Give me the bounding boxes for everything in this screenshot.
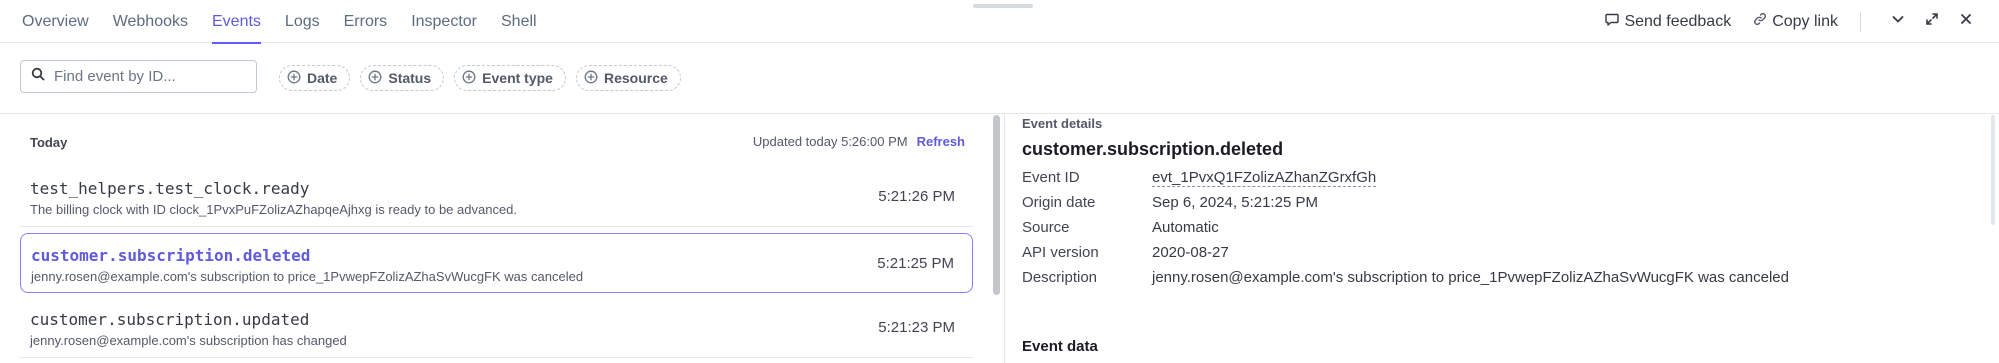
expand-button[interactable] xyxy=(1921,11,1943,33)
top-bar: Overview Webhooks Events Logs Errors Ins… xyxy=(0,0,1999,44)
expand-icon xyxy=(1925,12,1939,31)
updated-text: Updated today 5:26:00 PM xyxy=(752,134,908,149)
detail-value: 2020-08-27 xyxy=(1152,244,1229,261)
event-list-panel: Today Updated today 5:26:00 PM Refresh t… xyxy=(0,115,1000,363)
filter-bar: Date Status Event type Resource xyxy=(0,43,1999,114)
link-icon xyxy=(1753,12,1772,31)
event-time: 5:21:26 PM xyxy=(878,188,955,205)
event-time: 5:21:25 PM xyxy=(877,255,954,272)
tab-bar: Overview Webhooks Events Logs Errors Ins… xyxy=(22,0,561,44)
refresh-button[interactable]: Refresh xyxy=(917,134,965,149)
filter-resource-chip[interactable]: Resource xyxy=(575,65,681,91)
event-type: customer.subscription.deleted xyxy=(31,246,311,265)
detail-key: Description xyxy=(1022,269,1098,286)
detail-value: Automatic xyxy=(1152,219,1219,236)
panel-divider xyxy=(1004,115,1005,363)
details-scrollbar[interactable] xyxy=(1991,115,1995,225)
filter-date-label: Date xyxy=(307,70,338,86)
plus-circle-icon xyxy=(584,70,604,87)
search-input[interactable] xyxy=(54,68,244,85)
event-type: test_helpers.test_clock.ready xyxy=(30,179,310,198)
event-row[interactable]: test_helpers.test_clock.ready The billin… xyxy=(20,167,973,227)
speech-bubble-icon xyxy=(1605,12,1624,31)
details-title: customer.subscription.deleted xyxy=(1022,139,1284,159)
send-feedback-button[interactable]: Send feedback xyxy=(1605,12,1731,31)
tab-errors[interactable]: Errors xyxy=(344,0,388,43)
filter-event-type-label: Event type xyxy=(482,70,553,86)
event-details-panel: Event details customer.subscription.dele… xyxy=(1022,115,1982,363)
filter-resource-label: Resource xyxy=(603,70,668,86)
event-description: jenny.rosen@example.com's subscription t… xyxy=(31,269,584,284)
tab-events[interactable]: Events xyxy=(212,0,261,44)
plus-circle-icon xyxy=(462,70,482,87)
updated-status: Updated today 5:26:00 PM Refresh xyxy=(753,134,965,149)
list-scrollbar[interactable] xyxy=(993,115,1000,295)
event-description: jenny.rosen@example.com's subscription h… xyxy=(30,333,347,348)
top-actions: Send feedback Copy link xyxy=(1583,0,1977,43)
tab-overview[interactable]: Overview xyxy=(22,0,89,43)
filter-event-type-chip[interactable]: Event type xyxy=(454,65,566,91)
details-label: Event details xyxy=(1022,116,1103,131)
detail-key: Event ID xyxy=(1022,169,1080,186)
tab-webhooks[interactable]: Webhooks xyxy=(113,0,188,43)
event-time: 5:21:23 PM xyxy=(878,319,955,336)
filter-status-chip[interactable]: Status xyxy=(360,65,445,91)
detail-key: Source xyxy=(1022,219,1070,236)
tab-logs[interactable]: Logs xyxy=(285,0,320,43)
copy-link-button[interactable]: Copy link xyxy=(1753,12,1838,31)
search-icon xyxy=(31,67,54,86)
divider xyxy=(1860,11,1861,32)
close-button[interactable] xyxy=(1955,11,1977,33)
tab-inspector[interactable]: Inspector xyxy=(411,0,477,43)
event-data-title: Event data xyxy=(1022,338,1098,355)
event-description: The billing clock with ID clock_1PvxPuFZ… xyxy=(30,202,518,217)
close-icon xyxy=(1959,12,1973,31)
collapse-button[interactable] xyxy=(1887,11,1909,33)
detail-value: Sep 6, 2024, 5:21:25 PM xyxy=(1152,194,1318,211)
section-title: Today xyxy=(30,135,68,150)
event-type: customer.subscription.updated xyxy=(30,310,310,329)
detail-key: Origin date xyxy=(1022,194,1096,211)
event-id-link[interactable]: evt_1PvxQ1FZolizAZhanZGrxfGh xyxy=(1152,169,1377,187)
send-feedback-label: Send feedback xyxy=(1624,12,1732,30)
filter-chips: Date Status Event type Resource xyxy=(279,65,691,91)
event-row[interactable]: customer.subscription.updated jenny.rose… xyxy=(20,298,973,358)
filter-status-label: Status xyxy=(388,70,432,86)
copy-link-label: Copy link xyxy=(1772,12,1838,30)
detail-value: jenny.rosen@example.com's subscription t… xyxy=(1152,269,1789,286)
drag-handle[interactable] xyxy=(973,4,1033,8)
plus-circle-icon xyxy=(287,70,307,87)
plus-circle-icon xyxy=(368,70,388,87)
tab-shell[interactable]: Shell xyxy=(501,0,537,43)
event-row-selected[interactable]: customer.subscription.deleted jenny.rose… xyxy=(20,233,973,293)
chevron-down-icon xyxy=(1891,12,1905,31)
detail-key: API version xyxy=(1022,244,1099,261)
filter-date-chip[interactable]: Date xyxy=(279,65,351,91)
search-box[interactable] xyxy=(20,60,257,93)
